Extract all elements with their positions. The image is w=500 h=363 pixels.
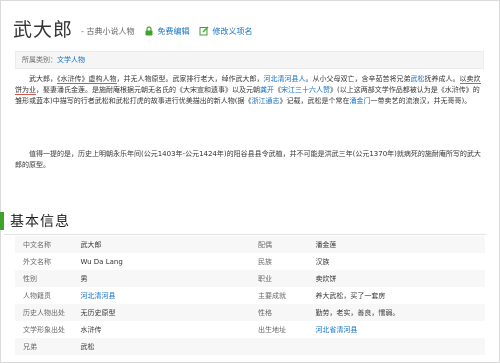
edit-entry-name-label: 修改义项名 [212,26,253,36]
lock-icon [145,26,153,36]
info-value: 勤劳，老实，善良，懦弱。 [307,304,485,321]
info-value: 男 [72,270,250,287]
info-key: 历史人物出处 [15,304,73,321]
info-row: 性别男职业 卖炊饼 [15,270,485,287]
info-key: 文学形象出处 [23,325,65,334]
basic-info-table: 中文名称 武大郎 配偶 潘金莲 外文名称 Wu Da Lang 民族 汉族 性别男职业 卖炊饼 人物… [15,236,485,355]
info-value-link[interactable]: 河北省清河县 [315,326,357,334]
info-value: 养大武松，买了一套房 [315,291,386,300]
intro-text: 武大郎， [29,75,57,83]
info-value: 河北清河县 [72,287,250,304]
intro-link[interactable]: 宋江三十六人赞 [281,86,330,94]
info-value: 河北省清河县 [307,321,485,338]
info-key: 主要成就 [257,291,286,300]
intro-text: 《 [274,86,281,94]
intro-text: 一带卖艺的流浪汉，并无哥哥)。 [370,97,472,105]
info-value: 卖炊饼 [307,270,485,287]
intro-link[interactable]: 涌金门 [349,97,370,105]
info-value: 水浒传 [80,325,102,334]
note-paragraph: 值得一提的是，历史上明朝永乐年间(公元1403年-公元1424年)的阳谷县县令武… [15,150,481,169]
info-row: 文学形象出处 水浒传 出生地址 河北省清河县 [15,321,485,338]
intro-link[interactable]: 龚开 [260,86,274,94]
info-value-link[interactable]: 河北清河县 [80,292,115,300]
info-value: 潘金莲 [307,236,485,253]
intro-link[interactable]: 河北清河县人 [264,75,306,83]
category-bar: 所属类别：文学人物 [15,51,484,69]
free-edit-button[interactable]: 免费编辑 [144,26,189,37]
section-accent-bar [0,212,4,230]
section-title: 基本信息 [10,214,70,230]
info-row: 兄弟 武松 [15,338,485,355]
section-divider [4,234,486,235]
info-key: 性格 [249,304,308,321]
intro-text: 抚养成人。 [424,75,460,83]
info-key: 兄弟 [15,338,73,355]
info-value: 汉族 [315,257,330,266]
section-header: 基本信息 [0,210,70,232]
info-key: 配偶 [249,236,308,253]
intro-link[interactable]: 武松 [411,75,425,83]
info-key: 性别 [15,270,73,287]
category-link[interactable]: 文学人物 [57,56,85,64]
page-subtitle: - 古典小说人物 [81,26,135,36]
info-key: 民族 [257,257,272,266]
info-key: 出生地址 [257,325,286,334]
info-key: 中文名称 [15,236,73,253]
info-key: 职业 [249,270,308,287]
info-value [307,338,485,355]
info-value: 无历史原型 [72,304,250,321]
info-row: 人物籍贯 河北清河县 主要成就 养大武松，买了一套房 [15,287,485,304]
title-row: 武大郎 - 古典小说人物 免费编辑 修改义项名 [13,13,252,43]
info-row: 历史人物出处 无历史原型 性格 勤劳，老实，善良，懦弱。 [15,304,485,321]
info-value: 武松 [72,338,250,355]
intro-paragraph: 武大郎，《水浒传》虚构人物，并无人物原型。武家排行老大，绰作武大郎，河北清河县人… [15,74,485,140]
info-value: 武大郎 [72,236,250,253]
intro-text: 》记载，武松是个常在 [279,97,350,105]
info-key: 外文名称 [23,257,51,266]
edit-icon [199,26,209,36]
info-row: 中文名称 武大郎 配偶 潘金莲 [15,236,485,253]
intro-text: 。从小父母双亡，含辛茹苦将兄弟 [305,75,411,83]
edit-entry-name-button[interactable]: 修改义项名 [199,26,252,37]
category-label: 所属类别： [22,56,57,64]
info-row: 外文名称 Wu Da Lang 民族 汉族 [15,253,485,270]
page-title: 武大郎 [13,18,74,41]
intro-link[interactable]: 浙江通志 [251,97,279,105]
info-key [249,338,308,355]
intro-text: ，并无人物原型。武家排行老大，绰作武大郎， [116,75,264,83]
free-edit-label: 免费编辑 [157,26,190,36]
intro-text: ，娶妻潘氏金莲。是施耐庵根据元朝无名氏的《大宋宣和遗事》以及元朝 [36,86,260,94]
intro-text: 《水浒传》虚构人物 [57,75,117,84]
info-key: 人物籍贯 [23,291,51,300]
info-value: Wu Da Lang [80,257,123,266]
